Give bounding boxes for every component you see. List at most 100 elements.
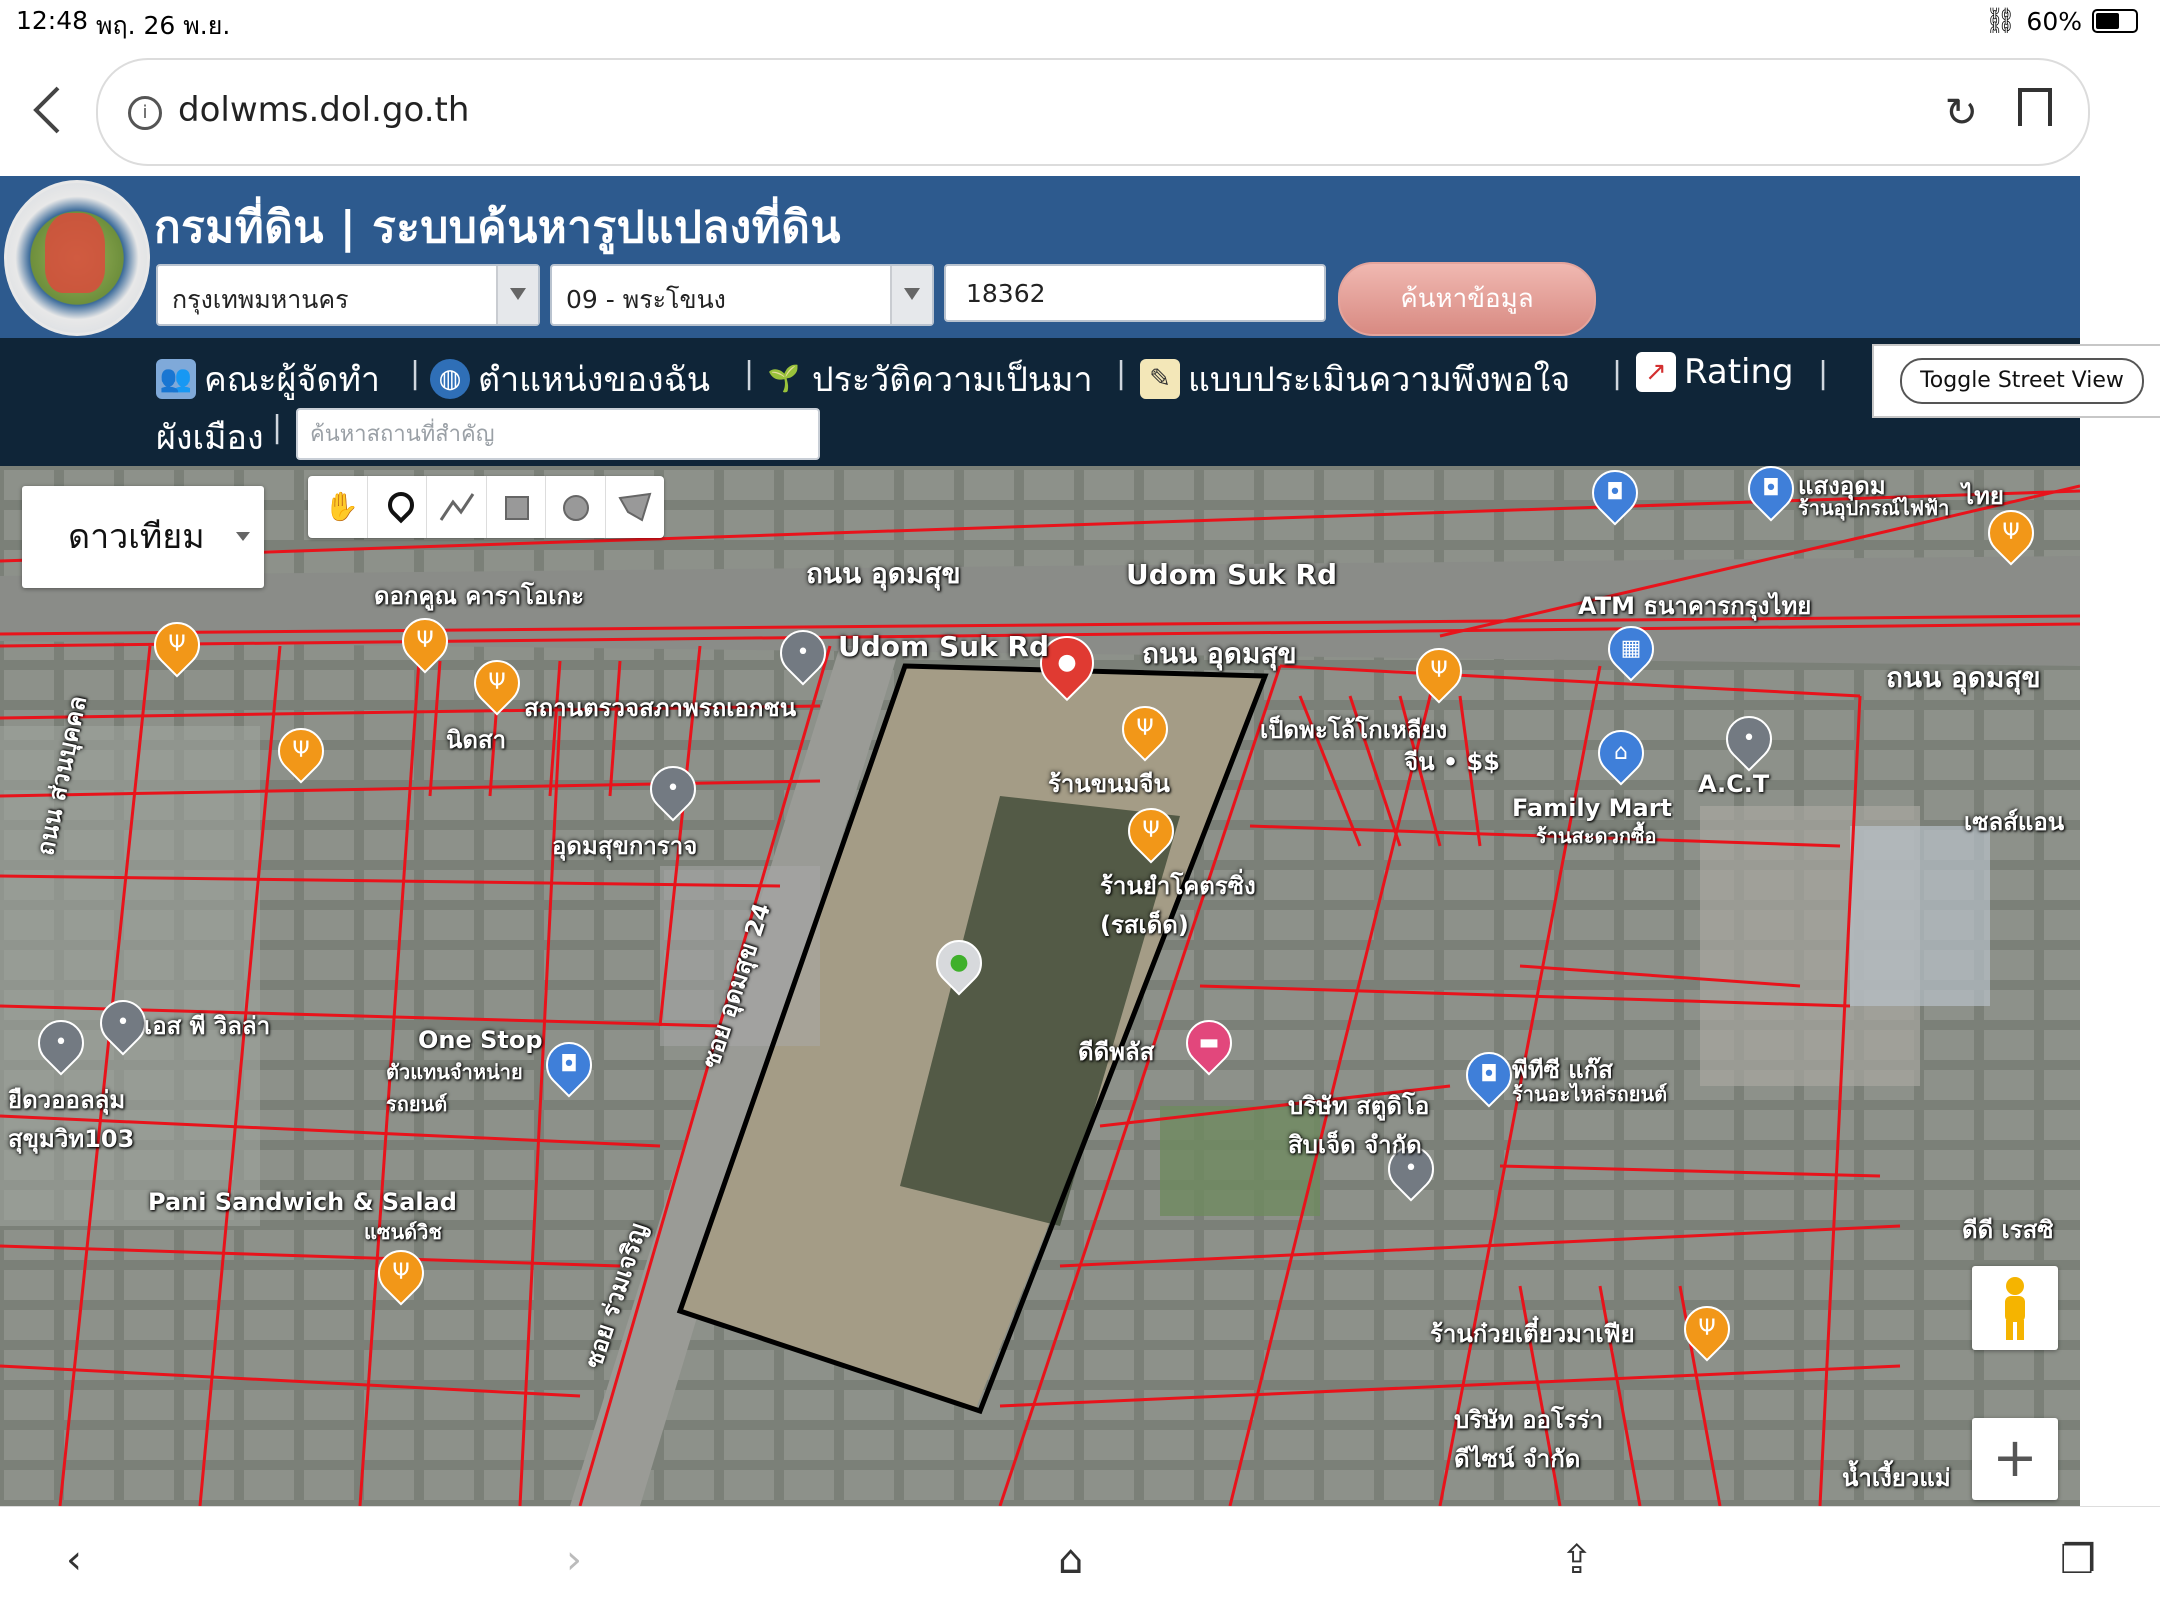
- fork-knife-icon: Ψ: [292, 738, 310, 763]
- nav-separator: |: [272, 410, 283, 445]
- status-time: 12:48: [16, 6, 89, 35]
- share-icon[interactable]: ⇪: [1560, 1537, 1594, 1583]
- chevron-down-icon[interactable]: [496, 266, 538, 324]
- map-label: One Stop: [418, 1026, 543, 1054]
- chevron-down-icon[interactable]: [236, 532, 250, 541]
- nav-separator: |: [744, 356, 755, 391]
- map-label: น้ำเงี้ยวแม่: [1842, 1464, 1951, 1492]
- circle-icon: [563, 495, 589, 521]
- map-label: ถนน อุดมสุข: [806, 557, 961, 590]
- map-label: เซลส์แอน: [1964, 808, 2065, 836]
- fork-knife-icon: Ψ: [2002, 520, 2020, 545]
- dot-icon: •: [1742, 726, 1756, 751]
- map-label: ร้านอุปกรณ์ไฟฟ้า: [1798, 496, 1950, 520]
- bed-icon: ▬: [1198, 1030, 1220, 1055]
- url-text[interactable]: dolwms.dol.go.th: [178, 90, 469, 130]
- department-logo: [4, 180, 150, 336]
- map-label: ร้านสะดวกซื้อ: [1536, 824, 1657, 848]
- fork-knife-icon: Ψ: [1136, 716, 1154, 741]
- form-icon: ✎: [1140, 359, 1180, 399]
- district-value: 09 - พระโขนง: [566, 285, 726, 314]
- info-icon[interactable]: i: [128, 96, 162, 130]
- toggle-street-view-button[interactable]: Toggle Street View: [1900, 358, 2144, 404]
- dot-icon: •: [54, 1030, 68, 1055]
- nav-item-label: ตำแหน่งของฉัน: [478, 360, 711, 400]
- site-header: กรมที่ดิน | ระบบค้นหารูปแปลงที่ดิน กรุงเ…: [0, 176, 2080, 338]
- dot-icon: •: [796, 640, 810, 665]
- battery-icon: [2092, 9, 2138, 33]
- map-label: เอส พี วิลล่า: [144, 1012, 271, 1040]
- address-bar[interactable]: i dolwms.dol.go.th ↻: [96, 58, 2090, 166]
- map-label: นิดสา: [446, 726, 507, 754]
- landmark-search-input[interactable]: ค้นหาสถานที่สำคัญ: [296, 408, 820, 460]
- draw-toolbar: ✋: [308, 476, 664, 538]
- pan-tool[interactable]: ✋: [308, 476, 368, 538]
- browser-bottom-bar: ‹ › ⌂ ⇪ ❐: [0, 1506, 2160, 1621]
- nav-item-label: ประวัติความเป็นมา: [812, 360, 1093, 400]
- map-label: สถานตรวจสภาพรถเอกชน: [524, 694, 797, 722]
- nav-item-label: ผังเมือง: [156, 418, 264, 458]
- map-label: Udom Suk Rd: [1126, 558, 1338, 591]
- map-label: ดีดี เรสซิ: [1962, 1216, 2054, 1244]
- province-select[interactable]: กรุงเทพมหานคร: [156, 264, 540, 326]
- back-icon[interactable]: ‹: [66, 1537, 82, 1583]
- nav-item-history[interactable]: 🌱 ประวัติความเป็นมา: [764, 352, 1093, 406]
- zoom-in-button[interactable]: +: [1972, 1418, 2058, 1500]
- fork-knife-icon: Ψ: [392, 1260, 410, 1285]
- pegman-button[interactable]: [1972, 1266, 2058, 1350]
- polyline-tool[interactable]: [427, 476, 487, 538]
- fork-knife-icon: Ψ: [1142, 818, 1160, 843]
- fork-knife-icon: Ψ: [1430, 658, 1448, 683]
- nav-item-label: แบบประเมินความพึงพอใจ: [1188, 360, 1571, 400]
- dot-icon: •: [116, 1010, 130, 1035]
- map-type-select[interactable]: ดาวเทียม: [22, 486, 264, 588]
- district-select[interactable]: 09 - พระโขนง: [550, 264, 934, 326]
- nav-separator: |: [1818, 356, 1829, 391]
- nav-item-survey[interactable]: ✎ แบบประเมินความพึงพอใจ: [1140, 352, 1570, 406]
- rectangle-icon: [504, 496, 529, 520]
- nav-item-rating[interactable]: ↗ Rating: [1636, 352, 1794, 392]
- map-label: ดีดีพลัส: [1078, 1038, 1155, 1066]
- status-right: ⛓ 60%: [1985, 6, 2138, 36]
- map-label: A.C.T: [1698, 770, 1770, 798]
- street-view-panel: Toggle Street View: [1872, 344, 2160, 418]
- nav-item-team[interactable]: 👥 คณะผู้จัดทำ: [156, 352, 380, 406]
- home-icon[interactable]: ⌂: [1058, 1537, 1083, 1583]
- team-icon: 👥: [156, 359, 196, 399]
- fork-knife-icon: Ψ: [416, 628, 434, 653]
- polyline-icon: [439, 493, 475, 521]
- nav-item-city-plan[interactable]: ผังเมือง: [156, 410, 264, 464]
- map-label: ร้านยำโคตรซิ่ง (รสเด็ด): [1100, 872, 1256, 939]
- search-button[interactable]: ค้นหาข้อมูล: [1338, 262, 1596, 336]
- rectangle-tool[interactable]: [487, 476, 546, 538]
- parcel-number-input[interactable]: 18362: [944, 264, 1326, 322]
- tabs-icon[interactable]: ❐: [2060, 1537, 2096, 1583]
- map-canvas[interactable]: ดาวเทียม ✋ + ● Ψ Ψ Ψ Ψ Ψ Ψ Ψ Ψ Ψ Ψ ◘ ◘ ▦…: [0, 466, 2080, 1506]
- hand-icon: ✋: [324, 490, 359, 523]
- map-label: ตัวแทนจำหน่ายรถยนต์: [386, 1060, 523, 1116]
- forward-icon[interactable]: ›: [566, 1537, 582, 1583]
- map-label: ร้านขนมจีน: [1048, 770, 1170, 798]
- province-value: กรุงเทพมหานคร: [172, 285, 349, 314]
- page-title: กรมที่ดิน | ระบบค้นหารูปแปลงที่ดิน: [154, 202, 841, 253]
- fork-knife-icon: Ψ: [168, 632, 186, 657]
- bookmark-icon[interactable]: [2018, 88, 2052, 126]
- green-dot-icon: ●: [949, 950, 969, 975]
- map-label: Family Mart: [1512, 794, 1673, 822]
- back-icon[interactable]: [28, 82, 68, 138]
- chevron-down-icon[interactable]: [890, 266, 932, 324]
- nav-separator: |: [410, 356, 421, 391]
- battery-level: [2096, 13, 2119, 29]
- chart-icon: ↗: [1636, 352, 1676, 392]
- map-label: ยืดวออลลุ่ม สุขุมวิท103: [8, 1086, 135, 1153]
- map-label: แซนด์วิช: [364, 1220, 442, 1244]
- polygon-tool[interactable]: [606, 476, 665, 538]
- map-label: บริษัท ออโรร่า ดีไซน์ จำกัด: [1454, 1406, 1604, 1473]
- sprout-icon: 🌱: [767, 364, 801, 394]
- marker-tool[interactable]: [368, 476, 427, 538]
- circle-tool[interactable]: [546, 476, 606, 538]
- map-label: Pani Sandwich & Salad: [148, 1188, 457, 1216]
- store-icon: ⌂: [1614, 740, 1628, 765]
- reload-icon[interactable]: ↻: [1944, 90, 1978, 136]
- nav-item-my-location[interactable]: ◍ ตำแหน่งของฉัน: [430, 352, 710, 406]
